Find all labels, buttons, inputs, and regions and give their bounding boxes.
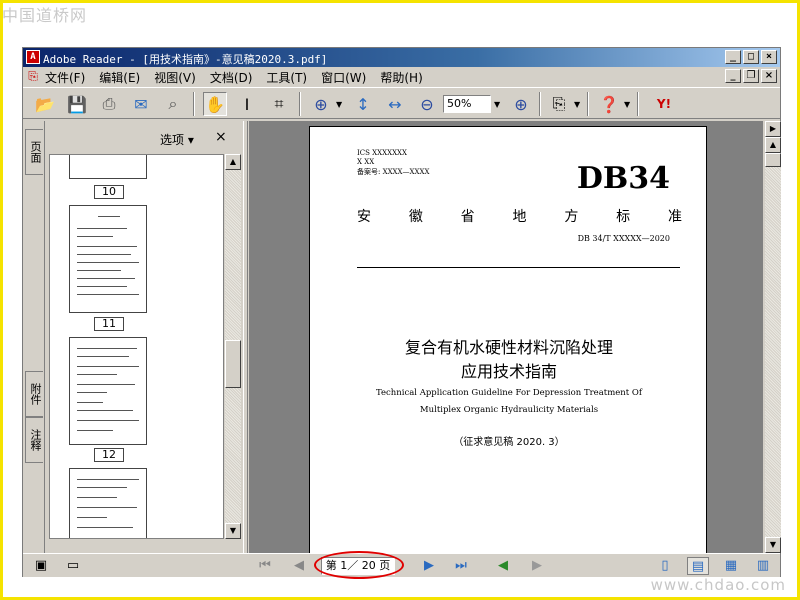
menu-tools[interactable]: 工具(T) (266, 69, 307, 86)
hand-tool-icon[interactable]: ✋ (203, 92, 227, 116)
zoom-dropdown-icon[interactable]: ▼ (494, 100, 500, 109)
menu-document[interactable]: 文档(D) (210, 69, 253, 86)
tab-attachments[interactable]: 附件 (25, 371, 43, 417)
zoom-in-icon[interactable]: ⊕ (509, 92, 533, 116)
continuous-icon[interactable]: ▤ (687, 557, 709, 575)
nav-header: 选项 ▾ × (47, 121, 241, 153)
scroll-up-arrow-icon[interactable]: ▲ (765, 137, 781, 153)
nav-tabs: 页面 附件 注释 (23, 121, 45, 553)
watermark-bottom: www.chdao.com (650, 576, 786, 594)
page-label: 11 (94, 317, 124, 331)
page-size-icon[interactable]: ▭ (63, 557, 83, 575)
help-icon[interactable]: ❓ (597, 92, 621, 116)
toolbar: 📂 💾 ⎙ ✉ ⌕ ✋ I ⌗ ⊕ ▼ ↕ ↔ ⊖ 50% ▼ ⊕ ⎘ ▼ ❓ … (23, 87, 780, 119)
menu-file[interactable]: 文件(F) (45, 69, 85, 86)
classification-code: X XX (357, 158, 375, 166)
pane-splitter[interactable] (243, 121, 248, 553)
maximize-button[interactable]: □ (743, 50, 759, 64)
rotate-pages-icon[interactable]: ⎘ (547, 92, 571, 116)
ics-code: ICS XXXXXXX (357, 149, 408, 157)
english-title-line2: Multiplex Organic Hydraulicity Materials (419, 405, 599, 415)
open-folder-icon[interactable]: 📂 (33, 92, 57, 116)
menu-edit[interactable]: 编辑(E) (99, 69, 140, 86)
close-button[interactable]: × (761, 50, 777, 64)
adobe-reader-icon: A (26, 50, 40, 64)
doc-title-line2: 应用技术指南 (460, 362, 557, 381)
yahoo-icon[interactable]: Y! (647, 92, 681, 116)
page-thumbnail[interactable] (69, 337, 147, 445)
scroll-thumb[interactable] (765, 153, 781, 167)
highlight-circle (314, 551, 404, 579)
help-dropdown-icon[interactable]: ▼ (624, 100, 630, 109)
single-page-icon[interactable]: ▯ (655, 557, 675, 575)
scroll-down-arrow-icon[interactable]: ▼ (225, 523, 241, 539)
close-pane-icon[interactable]: × (215, 129, 227, 145)
draft-note: （征求意见稿 2020. 3） (453, 437, 565, 448)
facing-icon[interactable]: ▦ (721, 557, 741, 575)
title-bar: A Adobe Reader - [用技术指南》-意见稿2020.3.pdf] … (23, 48, 780, 67)
print-icon[interactable]: ⎙ (97, 92, 121, 116)
zoom-input[interactable]: 50% (443, 95, 491, 113)
fit-width-icon[interactable]: ↔ (383, 92, 407, 116)
scroll-thumb[interactable] (225, 340, 241, 388)
page-thumbnails: 10 11 12 (49, 154, 224, 539)
page-thumbnail[interactable] (69, 205, 147, 313)
thumbnails-scrollbar[interactable]: ▲ ▼ (225, 154, 241, 539)
doc-restore-button[interactable]: ❐ (743, 69, 759, 83)
scroll-up-arrow-icon[interactable]: ▲ (225, 154, 241, 170)
zoom-in-tool-icon[interactable]: ⊕ (309, 92, 333, 116)
record-number: 备案号: XXXX—XXXX (357, 168, 430, 176)
zoom-out-icon[interactable]: ⊖ (415, 92, 439, 116)
minimize-button[interactable]: _ (725, 50, 741, 64)
doc-close-button[interactable]: × (761, 69, 777, 83)
continuous-facing-icon[interactable]: ▥ (753, 557, 773, 575)
doc-title-line1: 复合有机水硬性材料沉陷处理 (404, 338, 613, 357)
window-title: Adobe Reader - [用技术指南》-意见稿2020.3.pdf] (43, 53, 328, 66)
snapshot-camera-icon[interactable]: ⌗ (267, 92, 291, 116)
rotate-dropdown-icon[interactable]: ▼ (574, 100, 580, 109)
email-icon[interactable]: ✉ (129, 92, 153, 116)
select-text-icon[interactable]: I (235, 92, 259, 116)
navigation-pane: 页面 附件 注释 选项 ▾ × 10 11 12 ▲ ▼ (23, 121, 243, 553)
pdf-page: ICS XXXXXXX X XX 备案号: XXXX—XXXX DB34 安徽 … (309, 126, 707, 553)
menu-help[interactable]: 帮助(H) (380, 69, 422, 86)
divider-line (357, 267, 680, 268)
save-icon[interactable]: 💾 (65, 92, 89, 116)
reader-window: A Adobe Reader - [用技术指南》-意见稿2020.3.pdf] … (22, 47, 781, 579)
menu-window[interactable]: 窗口(W) (321, 69, 366, 86)
page-label: 10 (94, 185, 124, 199)
page-layout-icon[interactable]: ▣ (31, 557, 51, 575)
tab-comments[interactable]: 注释 (25, 417, 43, 463)
last-page-icon[interactable]: ⏭ (451, 557, 471, 575)
go-back-icon[interactable]: ◀ (493, 557, 513, 575)
menu-bar: ⎘ 文件(F) 编辑(E) 视图(V) 文档(D) 工具(T) 窗口(W) 帮助… (23, 67, 780, 86)
page-thumbnail[interactable] (69, 155, 147, 179)
next-page-icon[interactable]: ▶ (419, 557, 439, 575)
page-label: 12 (94, 448, 124, 462)
go-forward-icon[interactable]: ▶ (527, 557, 547, 575)
menu-view[interactable]: 视图(V) (154, 69, 196, 86)
tab-pages[interactable]: 页面 (25, 129, 43, 175)
issuing-authority: 安徽 省地 方标 准 (357, 209, 682, 225)
fit-height-icon[interactable]: ↕ (351, 92, 375, 116)
search-binoculars-icon[interactable]: ⌕ (161, 92, 185, 116)
scroll-down-arrow-icon[interactable]: ▼ (765, 537, 781, 553)
page-thumbnail[interactable] (69, 468, 147, 538)
standard-number: DB 34/T XXXXX—2020 (577, 234, 670, 243)
doc-minimize-button[interactable]: _ (725, 69, 741, 83)
standard-code: DB34 (576, 161, 670, 196)
status-bar: ▣ ▭ ⏮ ◀ 第 1／ 20 页 ▶ ⏭ ◀ ▶ ▯ ▤ ▦ ▥ (23, 551, 780, 579)
zoom-tool-dropdown-icon[interactable]: ▼ (336, 100, 342, 109)
options-menu[interactable]: 选项 ▾ (160, 131, 194, 148)
scroll-right-arrow-icon[interactable]: ▶ (765, 121, 781, 137)
document-scrollbar[interactable]: ▶ ▲ ▼ (765, 121, 781, 553)
english-title-line1: Technical Application Guideline For Depr… (375, 388, 642, 398)
document-view[interactable]: ICS XXXXXXX X XX 备案号: XXXX—XXXX DB34 安徽 … (249, 121, 763, 553)
first-page-icon[interactable]: ⏮ (255, 557, 275, 575)
pdf-doc-icon[interactable]: ⎘ (26, 69, 40, 83)
previous-page-icon[interactable]: ◀ (289, 557, 309, 575)
watermark-top: 中国道桥网 (2, 6, 88, 25)
